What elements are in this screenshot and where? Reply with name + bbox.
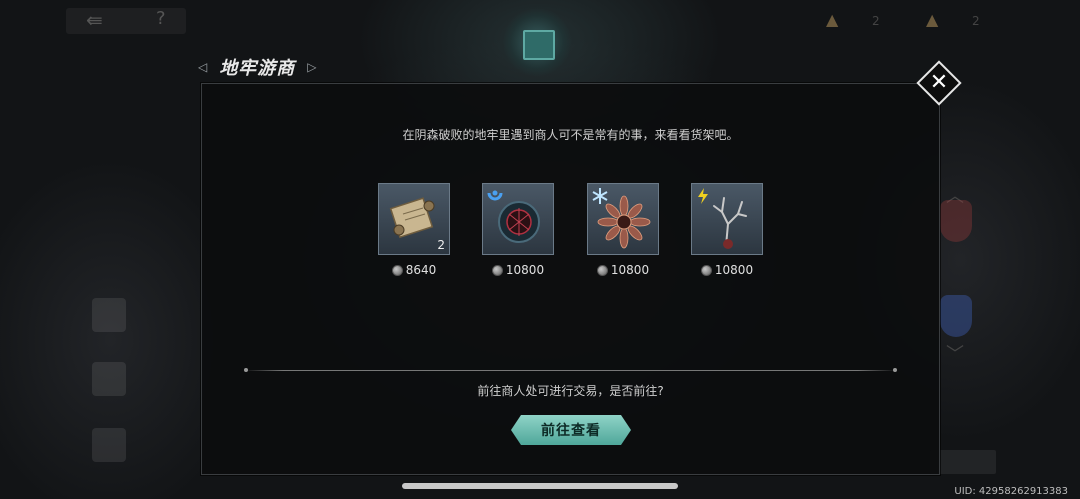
divider-dot [893, 368, 897, 372]
coin-icon [391, 264, 403, 276]
coin-icon [700, 264, 712, 276]
resource-count: 2 [972, 14, 980, 28]
item-list: 2 8640 10800 10800 10800 [378, 183, 778, 283]
side-menu-icon [92, 298, 126, 332]
dialog-description: 在阴森破败的地牢里遇到商人可不是常有的事，来看看货架吧。 [402, 128, 739, 142]
coin-icon [491, 264, 503, 276]
top-left-bar [66, 8, 186, 34]
item-price: 10800 [691, 263, 763, 277]
price-value: 8640 [405, 263, 437, 277]
item-slot[interactable] [587, 183, 659, 255]
lightning-element-icon [698, 188, 708, 204]
shop-item[interactable]: 10800 [691, 183, 763, 277]
chevron-down-icon: ﹀ [946, 344, 964, 365]
uid-label: UID: 42958262913383 [954, 486, 1068, 497]
item-slot[interactable] [482, 183, 554, 255]
item-count: 2 [437, 238, 445, 252]
shop-item[interactable]: 10800 [587, 183, 659, 277]
price-value: 10800 [714, 263, 754, 277]
blue-shield-icon [940, 295, 972, 337]
trophy-icon [92, 362, 126, 396]
side-menu-icon [92, 428, 126, 462]
resource-icon: ▲ [926, 10, 939, 29]
left-arrow-icon: ◁ [198, 60, 208, 74]
resource-count: 2 [872, 14, 880, 28]
ice-element-icon [592, 188, 608, 204]
close-icon: ✕ [929, 70, 949, 95]
merchant-dialog: 在阴森破败的地牢里遇到商人可不是常有的事，来看看货架吧。 2 8640 1080… [201, 83, 940, 475]
price-value: 10800 [505, 263, 545, 277]
confirm-question: 前往商人处可进行交易，是否前往? [477, 384, 664, 398]
shop-item[interactable]: 10800 [482, 183, 554, 277]
home-indicator[interactable] [402, 483, 678, 489]
item-slot[interactable]: 2 [378, 183, 450, 255]
red-shield-icon [940, 200, 972, 242]
water-element-icon [487, 190, 503, 201]
center-emblem [503, 8, 571, 76]
shop-item[interactable]: 2 8640 [378, 183, 450, 277]
right-arrow-icon: ▷ [307, 60, 317, 74]
question-icon: ? [156, 8, 166, 29]
price-value: 10800 [610, 263, 650, 277]
dialog-title: 地牢游商 [219, 58, 296, 79]
item-slot[interactable] [691, 183, 763, 255]
divider-dot [244, 368, 248, 372]
back-arrow-icon: ⇚ [86, 8, 103, 32]
divider [244, 368, 897, 372]
coin-icon [596, 264, 608, 276]
item-price: 10800 [587, 263, 659, 277]
item-price: 10800 [482, 263, 554, 277]
go-check-button[interactable]: 前往查看 [511, 415, 631, 445]
resource-icon: ▲ [826, 10, 839, 29]
close-button[interactable]: ✕ [916, 60, 962, 106]
dialog-title-row: ◁ 地牢游商 ▷ [198, 54, 316, 80]
item-price: 8640 [378, 263, 450, 277]
